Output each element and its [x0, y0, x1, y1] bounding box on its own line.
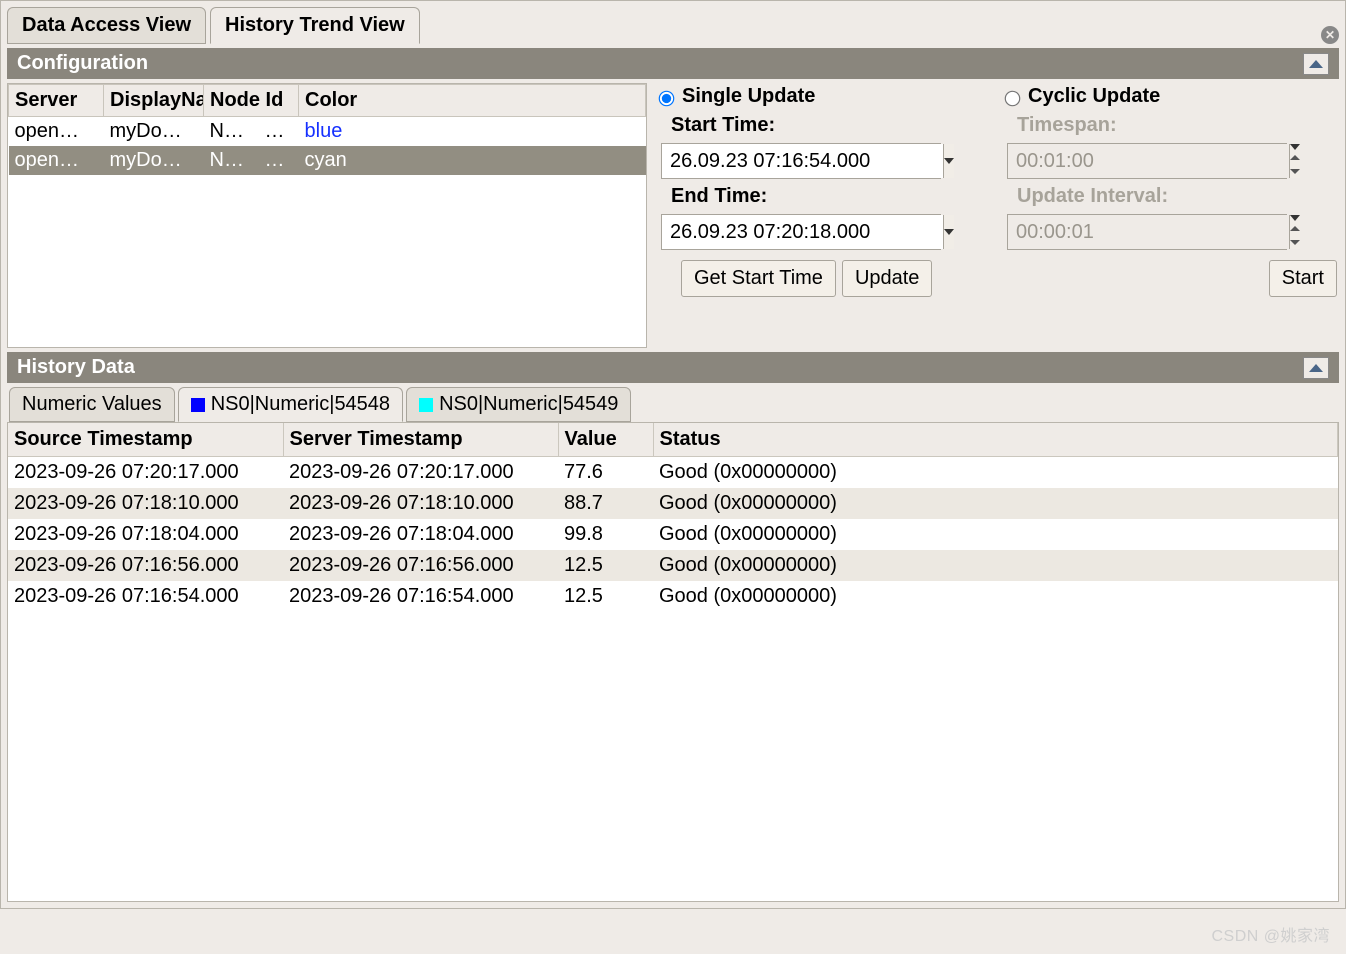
interval-up-icon[interactable]: [1290, 221, 1300, 235]
single-update-label: Single Update: [682, 85, 815, 108]
timespan-field[interactable]: [1007, 143, 1287, 179]
cell-server: open…: [9, 117, 104, 147]
cell-val: 99.8: [558, 519, 653, 550]
main-tab-bar: Data Access View History Trend View: [7, 7, 1339, 44]
cell-status: Good (0x00000000): [653, 581, 1338, 612]
cell-display: myDo…: [104, 146, 204, 175]
start-time-label: Start Time:: [671, 114, 993, 137]
get-start-time-button[interactable]: Get Start Time: [681, 260, 836, 297]
cell-srv: 2023-09-26 07:18:10.000: [283, 488, 558, 519]
cell-status: Good (0x00000000): [653, 457, 1338, 489]
cyclic-update-label: Cyclic Update: [1028, 85, 1160, 108]
config-table[interactable]: Server DisplayName Node Id Color open…my…: [7, 83, 647, 348]
tab-node-54548-label: NS0|Numeric|54548: [211, 393, 390, 416]
col-server[interactable]: Server: [9, 85, 104, 117]
cell-val: 88.7: [558, 488, 653, 519]
collapse-history-icon[interactable]: [1303, 357, 1329, 379]
cell-status: Good (0x00000000): [653, 550, 1338, 581]
tab-node-54549[interactable]: NS0|Numeric|54549: [406, 387, 631, 422]
swatch-cyan-icon: [419, 398, 433, 412]
col-displayname[interactable]: DisplayName: [104, 85, 204, 117]
update-interval-input[interactable]: [1008, 215, 1289, 249]
history-table-header-row: Source Timestamp Server Timestamp Value …: [8, 423, 1338, 457]
cyclic-update-panel: Cyclic Update Timespan: Update Interval:: [1001, 83, 1339, 348]
col-source-timestamp[interactable]: Source Timestamp: [8, 423, 283, 457]
timespan-input[interactable]: [1008, 144, 1289, 178]
timespan-label: Timespan:: [1017, 114, 1339, 137]
cell-src: 2023-09-26 07:16:56.000: [8, 550, 283, 581]
close-icon[interactable]: [1321, 26, 1339, 44]
end-time-dropdown-icon[interactable]: [943, 215, 954, 249]
cell-src: 2023-09-26 07:20:17.000: [8, 457, 283, 489]
cyclic-update-radio[interactable]: Cyclic Update: [1001, 85, 1339, 108]
single-update-panel: Single Update Start Time: End Time: Get …: [655, 83, 993, 348]
cell-node2: …: [259, 117, 299, 147]
single-update-radio-input[interactable]: [659, 90, 675, 106]
cell-srv: 2023-09-26 07:16:54.000: [283, 581, 558, 612]
history-table-row[interactable]: 2023-09-26 07:18:10.0002023-09-26 07:18:…: [8, 488, 1338, 519]
cell-node: NS0|: [204, 117, 259, 147]
tab-node-54548[interactable]: NS0|Numeric|54548: [178, 387, 403, 422]
cell-src: 2023-09-26 07:18:04.000: [8, 519, 283, 550]
cell-src: 2023-09-26 07:16:54.000: [8, 581, 283, 612]
swatch-blue-icon: [191, 398, 205, 412]
tab-history-trend[interactable]: History Trend View: [210, 7, 420, 44]
start-time-input[interactable]: [662, 144, 943, 178]
cell-node: NS0|: [204, 146, 259, 175]
config-table-header-row: Server DisplayName Node Id Color: [9, 85, 646, 117]
cell-color: cyan: [299, 146, 646, 175]
cell-srv: 2023-09-26 07:18:04.000: [283, 519, 558, 550]
cell-val: 77.6: [558, 457, 653, 489]
tab-data-access[interactable]: Data Access View: [7, 7, 206, 44]
tab-numeric-values[interactable]: Numeric Values: [9, 387, 175, 422]
history-data-title: History Data: [17, 356, 135, 379]
start-time-field[interactable]: [661, 143, 941, 179]
cell-display: myDo…: [104, 117, 204, 147]
col-color[interactable]: Color: [299, 85, 646, 117]
timespan-up-icon[interactable]: [1290, 150, 1300, 164]
start-button[interactable]: Start: [1269, 260, 1337, 297]
tab-node-54549-label: NS0|Numeric|54549: [439, 393, 618, 416]
end-time-field[interactable]: [661, 214, 941, 250]
history-table-row[interactable]: 2023-09-26 07:16:54.0002023-09-26 07:16:…: [8, 581, 1338, 612]
history-table-row[interactable]: 2023-09-26 07:20:17.0002023-09-26 07:20:…: [8, 457, 1338, 489]
cell-val: 12.5: [558, 550, 653, 581]
history-data-table[interactable]: Source Timestamp Server Timestamp Value …: [7, 422, 1339, 902]
history-tab-bar: Numeric Values NS0|Numeric|54548 NS0|Num…: [7, 387, 1339, 422]
start-time-dropdown-icon[interactable]: [943, 144, 954, 178]
cell-src: 2023-09-26 07:18:10.000: [8, 488, 283, 519]
config-table-row[interactable]: open…myDo…NS0|…cyan: [9, 146, 646, 175]
cell-status: Good (0x00000000): [653, 488, 1338, 519]
history-data-header: History Data: [7, 352, 1339, 383]
update-interval-field[interactable]: [1007, 214, 1287, 250]
cell-color: blue: [299, 117, 646, 147]
cell-srv: 2023-09-26 07:20:17.000: [283, 457, 558, 489]
col-server-timestamp[interactable]: Server Timestamp: [283, 423, 558, 457]
collapse-configuration-icon[interactable]: [1303, 53, 1329, 75]
end-time-input[interactable]: [662, 215, 943, 249]
history-table-row[interactable]: 2023-09-26 07:18:04.0002023-09-26 07:18:…: [8, 519, 1338, 550]
cell-node2: …: [259, 146, 299, 175]
cell-srv: 2023-09-26 07:16:56.000: [283, 550, 558, 581]
history-table-row[interactable]: 2023-09-26 07:16:56.0002023-09-26 07:16:…: [8, 550, 1338, 581]
cell-val: 12.5: [558, 581, 653, 612]
timespan-down-icon[interactable]: [1290, 164, 1300, 178]
cyclic-update-radio-input[interactable]: [1005, 90, 1021, 106]
cell-server: open…: [9, 146, 104, 175]
interval-down-icon[interactable]: [1290, 235, 1300, 249]
configuration-header: Configuration: [7, 48, 1339, 79]
update-interval-label: Update Interval:: [1017, 185, 1339, 208]
col-status[interactable]: Status: [653, 423, 1338, 457]
end-time-label: End Time:: [671, 185, 993, 208]
col-value[interactable]: Value: [558, 423, 653, 457]
col-nodeid[interactable]: Node Id: [204, 85, 299, 117]
cell-status: Good (0x00000000): [653, 519, 1338, 550]
config-table-row[interactable]: open…myDo…NS0|…blue: [9, 117, 646, 147]
configuration-title: Configuration: [17, 52, 148, 75]
watermark: CSDN @姚家湾: [1211, 922, 1330, 946]
configuration-body: Server DisplayName Node Id Color open…my…: [7, 79, 1339, 352]
single-update-radio[interactable]: Single Update: [655, 85, 993, 108]
update-button[interactable]: Update: [842, 260, 933, 297]
